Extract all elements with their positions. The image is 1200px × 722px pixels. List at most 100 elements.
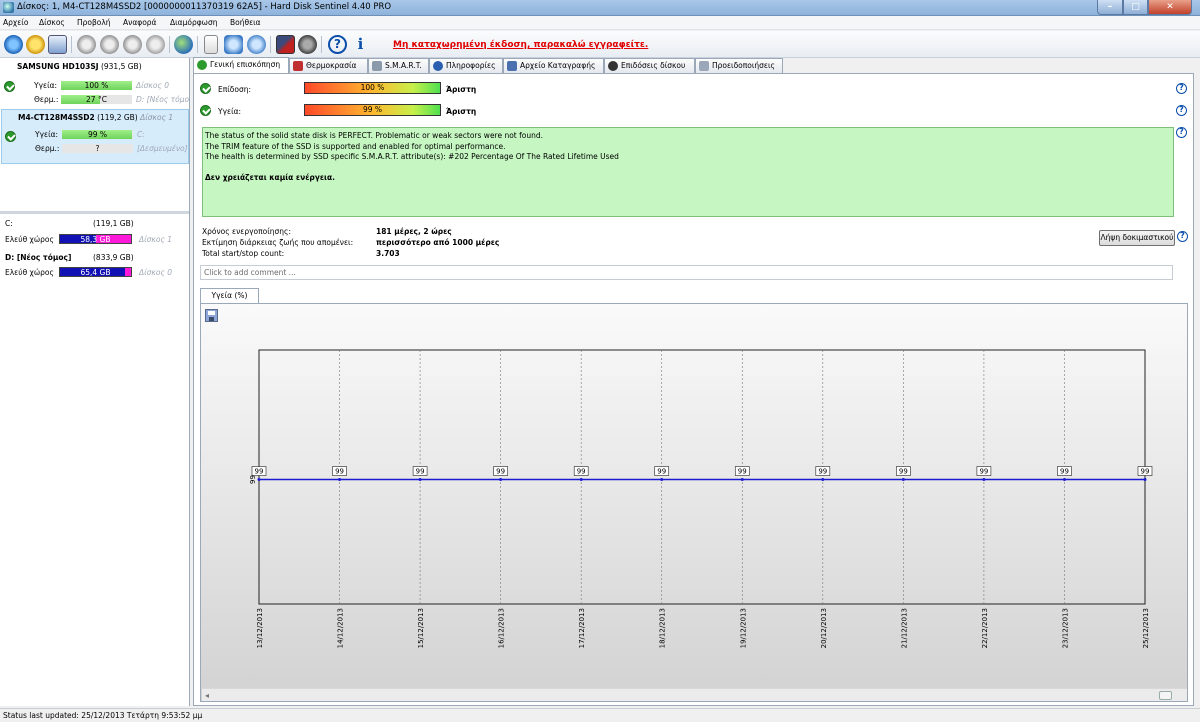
volume-entry[interactable]: D: [Νέος τόμος] (833,9 GB) Ελεύθ χώρος 6…	[1, 251, 189, 277]
window-title: Δίσκος: 1, M4-CT128M4SSD2 [0000000011370…	[17, 2, 392, 12]
data-label: 99	[496, 468, 505, 476]
data-label: 99	[577, 468, 586, 476]
scroll-thumb[interactable]	[1159, 691, 1172, 700]
data-label: 99	[1060, 468, 1069, 476]
menu-report[interactable]: Αναφορά	[123, 18, 157, 27]
help-icon[interactable]: ?	[1177, 231, 1188, 242]
tab-log[interactable]: Αρχείο Καταγραφής	[503, 58, 604, 73]
help-icon[interactable]: ?	[1176, 105, 1187, 116]
data-point	[901, 478, 905, 482]
data-point	[257, 478, 261, 482]
tab-label: S.M.A.R.T.	[385, 61, 422, 70]
health-chart-panel: 99 13/12/2013 99 14/12/2013 99 15/12/2013 99 16…	[200, 303, 1188, 702]
health-chart: 99 13/12/2013 99 14/12/2013 99 15/12/2013 99 16…	[249, 349, 1153, 648]
temperature-value: 27 °C	[86, 95, 107, 104]
close-button[interactable]: ✕	[1148, 0, 1192, 15]
disk-repair-icon[interactable]	[123, 35, 142, 54]
volume-name: C:	[5, 219, 13, 228]
toolbar-separator	[71, 36, 72, 53]
test-button[interactable]: Λήψη δοκιμαστικού	[1099, 230, 1175, 246]
tab-smart[interactable]: S.M.A.R.T.	[368, 58, 429, 73]
power-on-value: 181 μέρες, 2 ώρες	[376, 227, 452, 236]
menu-view[interactable]: Προβολή	[77, 18, 111, 27]
data-label: 99	[818, 468, 827, 476]
status-description: The status of the solid state disk is PE…	[202, 127, 1174, 217]
tab-label: Επιδόσεις δίσκου	[621, 61, 686, 70]
minimize-button[interactable]: –	[1097, 0, 1123, 15]
tab-information[interactable]: Πληροφορίες	[429, 58, 503, 73]
data-label: 99	[416, 468, 425, 476]
disk-name-line: M4-CT128M4SSD2 (119,2 GB) Δίσκος 1	[18, 113, 173, 122]
disk-entry-selected[interactable]: M4-CT128M4SSD2 (119,2 GB) Δίσκος 1 Υγεία…	[1, 109, 189, 164]
data-label: 99	[899, 468, 908, 476]
data-label: 99	[255, 468, 264, 476]
data-point	[740, 478, 744, 482]
report-icon[interactable]	[48, 35, 67, 54]
title-bar: Δίσκος: 1, M4-CT128M4SSD2 [0000000011370…	[0, 0, 1200, 16]
help-icon[interactable]: ?	[1176, 127, 1187, 138]
disk-settings-icon[interactable]	[146, 35, 165, 54]
data-point	[338, 478, 342, 482]
tab-overview[interactable]: Γενική επισκόπηση	[193, 57, 289, 73]
plot-area	[258, 349, 1146, 605]
data-label: 99	[979, 468, 988, 476]
free-space-bar: 58,3 GB	[59, 234, 132, 244]
monitor-icon[interactable]	[276, 35, 295, 54]
menu-configuration[interactable]: Διαμόρφωση	[170, 18, 217, 27]
status-line: The status of the solid state disk is PE…	[205, 131, 544, 140]
alert-icon[interactable]	[26, 35, 45, 54]
data-label: 99	[738, 468, 747, 476]
maximize-button[interactable]: □	[1123, 0, 1148, 15]
disk-index: Δίσκος 1	[140, 113, 174, 122]
comment-input[interactable]: Click to add comment ...	[200, 265, 1173, 280]
toolbar-separator	[270, 36, 271, 53]
toolbar-separator	[169, 36, 170, 53]
disk-test-icon[interactable]	[100, 35, 119, 54]
performance-value: 100 %	[360, 83, 385, 92]
disk-size: (931,5 GB)	[100, 62, 142, 71]
smart-icon	[372, 61, 382, 71]
menu-help[interactable]: Βοήθεια	[230, 18, 261, 27]
data-label: 99	[335, 468, 344, 476]
status-line: The health is determined by SSD specific…	[205, 152, 619, 161]
horizontal-scrollbar[interactable]: ◂	[202, 688, 1187, 701]
health-label: Υγεία:	[35, 130, 59, 139]
data-label: 99	[657, 468, 666, 476]
sound-icon[interactable]	[298, 35, 317, 54]
data-point	[1062, 478, 1066, 482]
help-icon[interactable]: ?	[1176, 83, 1187, 94]
app-icon	[3, 2, 14, 13]
disk-volume-status: [Δεσμευμένο]	[137, 144, 188, 153]
chart-tab-health[interactable]: Υγεία (%)	[200, 288, 259, 304]
network-icon[interactable]	[247, 35, 266, 54]
document-icon[interactable]	[204, 35, 218, 54]
log-icon	[507, 61, 517, 71]
tab-temperature[interactable]: Θερμοκρασία	[289, 58, 368, 73]
menu-file[interactable]: Αρχείο	[3, 18, 28, 27]
menu-disk[interactable]: Δίσκος	[39, 18, 65, 27]
registration-warning-link[interactable]: Μη καταχωρημένη έκδοση, παρακαλώ εγγραφε…	[393, 40, 648, 50]
disk-entry[interactable]: SAMSUNG HD103SJ (931,5 GB) Υγεία: 100 % …	[1, 59, 189, 109]
tab-label: Προειδοποιήσεις	[712, 61, 775, 70]
scroll-left-arrow[interactable]: ◂	[205, 691, 209, 700]
refresh-icon[interactable]	[4, 35, 23, 54]
volume-entry[interactable]: C: (119,1 GB) Ελεύθ χώρος 58,3 GB Δίσκος…	[1, 216, 189, 244]
recommended-action: Δεν χρειάζεται καμία ενέργεια.	[205, 172, 335, 182]
health-label: Υγεία:	[218, 107, 242, 116]
overview-icon	[197, 60, 207, 70]
help-icon[interactable]: ?	[328, 35, 347, 54]
disk-tools-icon[interactable]	[77, 35, 96, 54]
tab-disk-performance[interactable]: Επιδόσεις δίσκου	[604, 58, 695, 73]
alerts-icon	[699, 61, 709, 71]
health-rating: Άριστη	[446, 107, 477, 116]
tab-alerts[interactable]: Προειδοποιήσεις	[695, 58, 783, 73]
data-point	[982, 478, 986, 482]
toolbar-separator	[197, 36, 198, 53]
health-label: Υγεία:	[34, 81, 58, 90]
performance-label: Επίδοση:	[218, 85, 252, 94]
options-icon[interactable]	[224, 35, 243, 54]
data-point	[1143, 478, 1147, 482]
thermometer-icon	[293, 61, 303, 71]
web-icon[interactable]	[174, 35, 193, 54]
info-icon[interactable]: ℹ	[351, 35, 370, 54]
